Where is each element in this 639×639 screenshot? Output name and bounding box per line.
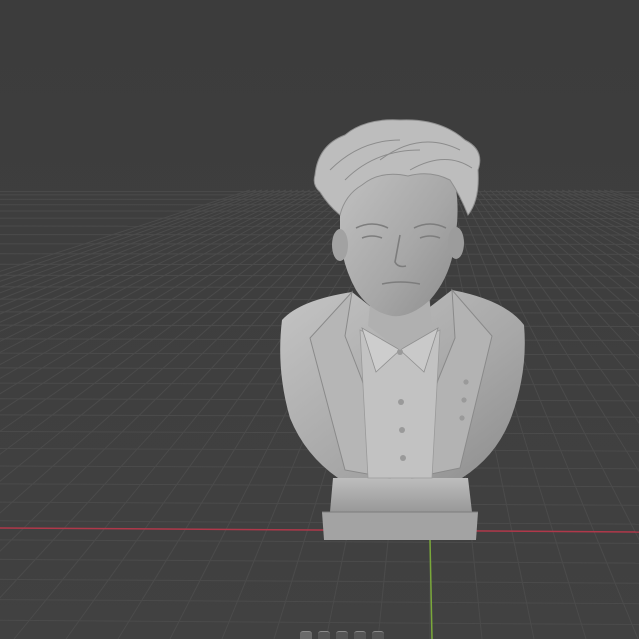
pedestal-top <box>330 478 472 512</box>
pan-icon[interactable] <box>318 631 330 639</box>
viewport-canvas[interactable] <box>0 0 639 639</box>
render-icon[interactable] <box>372 631 384 639</box>
viewport-toolbar <box>300 631 384 639</box>
pedestal-base <box>322 512 478 540</box>
3d-viewport[interactable] <box>0 0 639 639</box>
camera-icon[interactable] <box>354 631 366 639</box>
rotate-icon[interactable] <box>336 631 348 639</box>
view-icon[interactable] <box>300 631 312 639</box>
